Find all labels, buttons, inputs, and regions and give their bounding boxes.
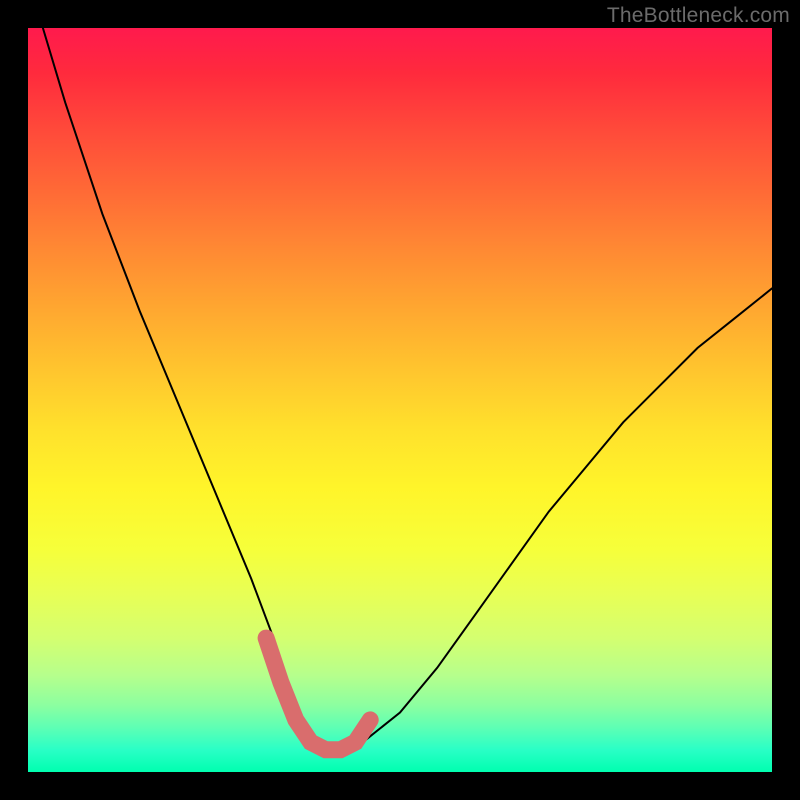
highlight-band (266, 638, 370, 750)
bottleneck-curve (43, 28, 772, 750)
chart-frame: TheBottleneck.com (0, 0, 800, 800)
watermark-text: TheBottleneck.com (607, 4, 790, 28)
plot-area (28, 28, 772, 772)
curve-layer (28, 28, 772, 772)
